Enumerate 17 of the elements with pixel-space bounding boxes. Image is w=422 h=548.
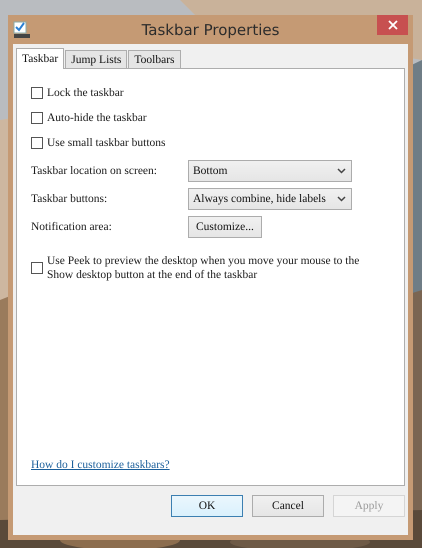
setting-label: Notification area: [31, 221, 113, 233]
tab[interactable]: Toolbars [128, 50, 180, 68]
dialog-button[interactable]: Cancel [252, 495, 324, 517]
setting-label: Taskbar location on screen: [31, 165, 158, 177]
tab[interactable]: Taskbar [16, 48, 64, 69]
dropdown[interactable]: Bottom [188, 160, 352, 182]
checkbox-label: Auto-hide the taskbar [47, 112, 147, 124]
checkbox-label: Lock the taskbar [47, 86, 124, 98]
dialog-button[interactable]: OK [171, 495, 243, 517]
checkbox-label: Use Peek to preview the desktop when you move your mouse to the Show desktop button at the end of the taskbar [47, 254, 360, 282]
checkbox-label: Use small taskbar buttons [47, 136, 166, 148]
setting-label: Taskbar buttons: [31, 193, 108, 205]
tab[interactable]: Jump Lists [65, 50, 128, 68]
window-title: Taskbar Properties [142, 20, 280, 38]
help-link[interactable]: How do I customize taskbars? [31, 459, 170, 471]
customize-button[interactable]: Customize... [188, 216, 262, 238]
dropdown[interactable]: Always combine, hide labels [188, 188, 352, 210]
